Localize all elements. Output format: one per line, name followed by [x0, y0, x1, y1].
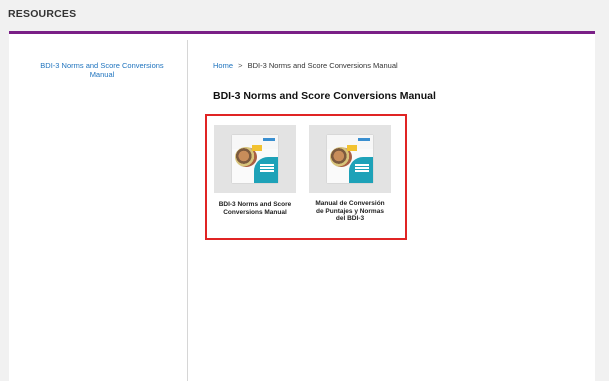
resource-tile-spanish[interactable]: Manual de Conversión de Puntajes y Norma…: [309, 125, 391, 223]
breadcrumb-separator: >: [238, 61, 243, 70]
breadcrumb-current: BDI-3 Norms and Score Conversions Manual: [247, 61, 398, 70]
thumbnail-background: [214, 125, 296, 193]
tile-caption[interactable]: Manual de Conversión de Puntajes y Norma…: [309, 193, 391, 223]
sidebar: BDI-3 Norms and Score Conversions Manual: [9, 34, 187, 381]
breadcrumb-home-link[interactable]: Home: [213, 61, 233, 70]
sidebar-item-norms-manual[interactable]: BDI-3 Norms and Score Conversions Manual: [37, 61, 167, 79]
book-cover-icon: [232, 135, 278, 183]
resource-tile-english[interactable]: BDI-3 Norms and Score Conversions Manual: [214, 125, 296, 216]
book-cover-icon: [327, 135, 373, 183]
thumbnail-background: [309, 125, 391, 193]
page-title: BDI-3 Norms and Score Conversions Manual: [213, 90, 436, 102]
tile-caption[interactable]: BDI-3 Norms and Score Conversions Manual: [214, 193, 296, 216]
section-title: RESOURCES: [8, 8, 77, 20]
breadcrumb: Home > BDI-3 Norms and Score Conversions…: [213, 61, 398, 70]
page-header: RESOURCES: [0, 0, 609, 30]
